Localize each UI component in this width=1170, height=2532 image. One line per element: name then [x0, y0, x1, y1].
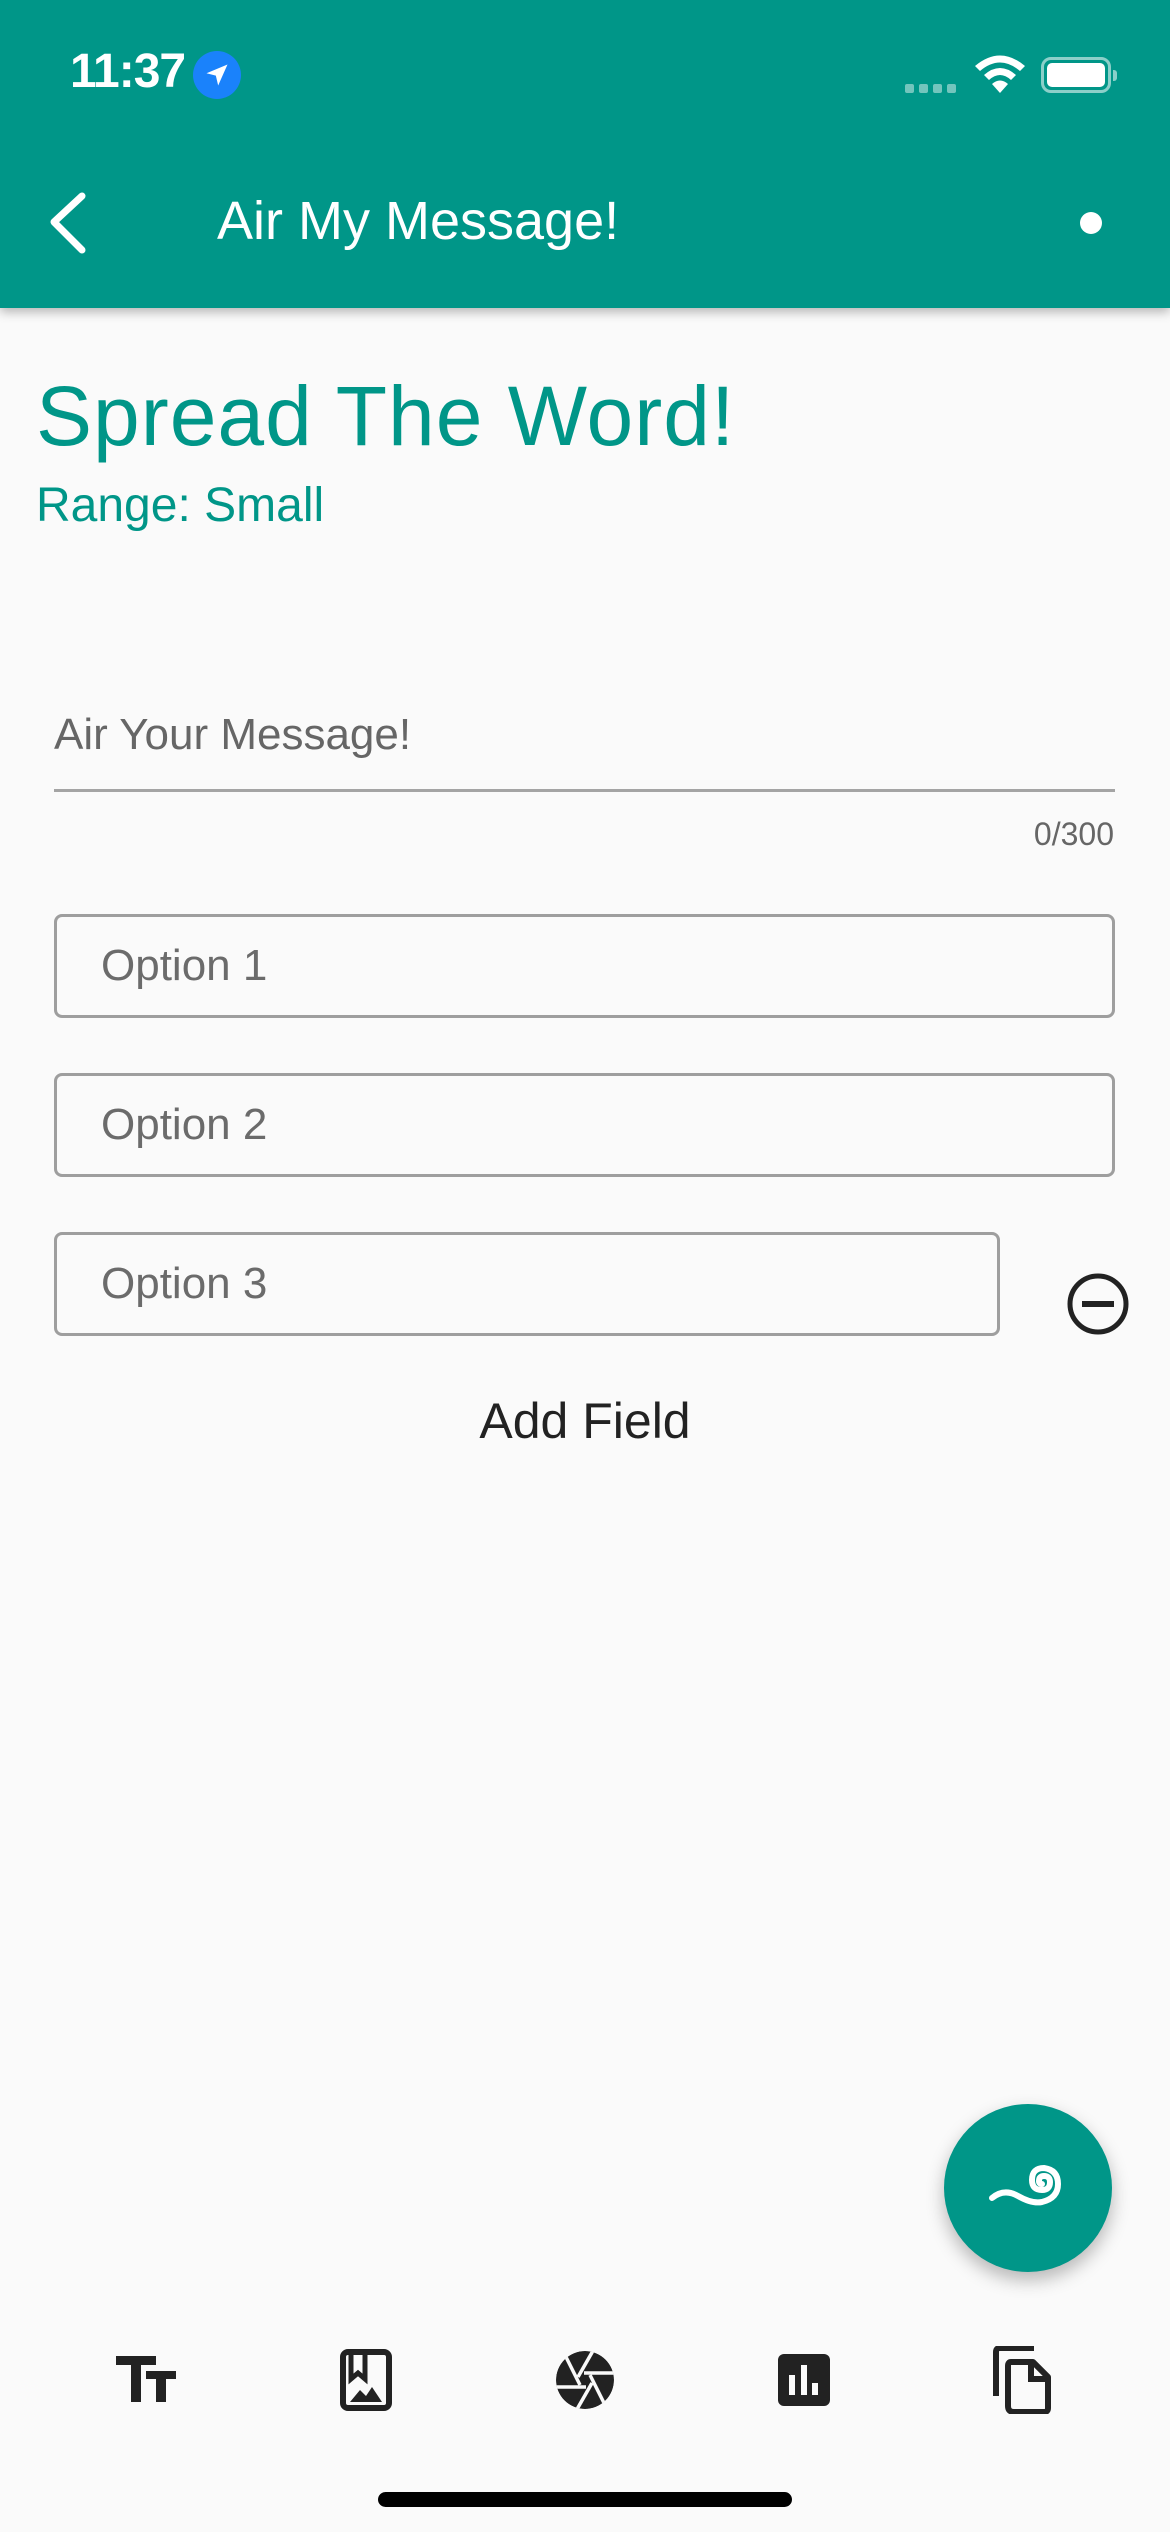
- bottom-toolbar: [0, 2330, 1170, 2430]
- bar-chart-icon: [778, 2354, 830, 2406]
- send-fab[interactable]: [944, 2104, 1112, 2272]
- cellular-signal-icon: [905, 84, 956, 93]
- text-fields-icon: [116, 2356, 176, 2402]
- battery-icon: [1041, 57, 1117, 93]
- option-1-field[interactable]: [54, 914, 1115, 1018]
- option-3-field[interactable]: [54, 1232, 1000, 1336]
- file-copy-icon: [993, 2346, 1051, 2414]
- app-bar: 11:37 Air My Message!: [0, 0, 1170, 308]
- remove-option-3-button[interactable]: [1064, 1270, 1132, 1338]
- app-title: Air My Message!: [217, 191, 620, 251]
- minus-circle-icon: [1067, 1273, 1129, 1335]
- page-title: Spread The Word!: [36, 369, 736, 463]
- toolbar-item-copy[interactable]: [972, 2330, 1072, 2430]
- option-2-field[interactable]: [54, 1073, 1115, 1177]
- wind-spiral-icon: [989, 2164, 1062, 2206]
- character-counter: 0/300: [1033, 816, 1114, 852]
- add-field-button[interactable]: Add Field: [0, 1392, 1170, 1450]
- toolbar-item-poll[interactable]: [754, 2330, 854, 2430]
- location-arrow-icon: [193, 51, 241, 99]
- wifi-icon: [975, 55, 1025, 93]
- message-input[interactable]: [54, 680, 1115, 792]
- back-button[interactable]: [36, 180, 106, 264]
- chevron-left-icon: [50, 192, 86, 254]
- toolbar-item-photo-album[interactable]: [316, 2330, 416, 2430]
- range-label: Range: Small: [36, 479, 325, 532]
- status-time: 11:37: [70, 45, 186, 98]
- camera-aperture-icon: [556, 2351, 614, 2409]
- add-field-label: Add Field: [479, 1393, 691, 1449]
- dot-icon[interactable]: [1080, 212, 1102, 234]
- toolbar-item-camera[interactable]: [535, 2330, 635, 2430]
- toolbar-item-text-size[interactable]: [96, 2330, 196, 2430]
- photo-album-icon: [340, 2349, 392, 2411]
- home-indicator[interactable]: [378, 2492, 792, 2507]
